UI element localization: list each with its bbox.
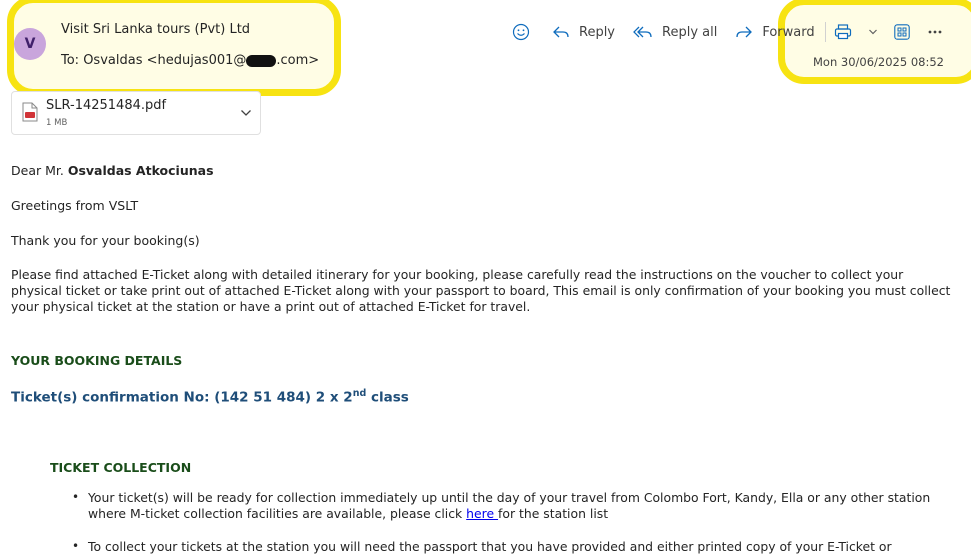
apps-grid-icon [893, 24, 910, 40]
attachment-size: 1 MB [46, 118, 68, 128]
avatar: V [14, 28, 46, 60]
redaction-mark [246, 54, 277, 67]
greetings-line: Greetings from VSLT [11, 198, 139, 213]
thanks-line: Thank you for your booking(s) [11, 233, 200, 248]
message-toolbar: Reply Reply all Forward [512, 22, 942, 42]
station-list-link[interactable]: here [466, 506, 498, 521]
booking-details-heading: YOUR BOOKING DETAILS [11, 353, 183, 368]
more-options-button[interactable] [928, 30, 942, 34]
highlight-sender [7, 0, 341, 96]
bullet-marker: • [72, 490, 80, 504]
forward-button[interactable]: Forward [735, 24, 815, 40]
bullet-marker: • [72, 539, 80, 553]
salutation: Dear Mr. Osvaldas Atkociunas [11, 163, 214, 178]
ellipsis-icon [928, 30, 942, 34]
confirmation-superscript: nd [352, 388, 367, 399]
pdf-file-icon [22, 102, 38, 126]
emoji-reaction-button[interactable] [512, 23, 530, 41]
reply-all-label: Reply all [662, 24, 718, 40]
attachment-card[interactable]: SLR-14251484.pdf 1 MB [11, 91, 261, 135]
sender-name[interactable]: Visit Sri Lanka tours (Pvt) Ltd [61, 22, 250, 37]
apps-button[interactable] [893, 24, 910, 40]
toolbar-divider [824, 22, 826, 42]
recipient-suffix: .com> [276, 53, 320, 68]
reply-all-button[interactable]: Reply all [633, 25, 717, 40]
salutation-prefix: Dear Mr. [11, 163, 68, 178]
customer-name: Osvaldas Atkociunas [67, 163, 214, 178]
bullet-1-tail: for the station list [498, 506, 609, 521]
reply-all-icon [633, 26, 652, 38]
highlight-actions [778, 0, 971, 84]
instructions-paragraph: Please find attached E-Ticket along with… [11, 267, 951, 314]
recipient-line: To: Osvaldas <hedujas001@ .com> [61, 53, 319, 68]
reply-button[interactable]: Reply [552, 25, 615, 40]
confirmation-text: Ticket(s) confirmation No: (142 51 484) … [11, 389, 353, 406]
chevron-down-icon [868, 29, 877, 35]
confirmation-class: class [366, 389, 409, 406]
ticket-collection-heading: TICKET COLLECTION [50, 460, 192, 475]
more-actions-dropdown[interactable] [868, 28, 878, 36]
recipient-prefix: To: Osvaldas <hedujas001@ [61, 53, 247, 68]
forward-icon [736, 26, 753, 38]
printer-icon [834, 24, 851, 40]
reply-icon [553, 26, 569, 38]
reply-label: Reply [579, 24, 616, 40]
smiley-icon [512, 23, 530, 41]
attachment-name: SLR-14251484.pdf [46, 98, 167, 113]
collection-bullet-1: Your ticket(s) will be ready for collect… [88, 490, 948, 522]
received-date: Mon 30/06/2025 08:52 [813, 55, 944, 69]
forward-label: Forward [762, 24, 815, 40]
print-button[interactable] [834, 24, 852, 40]
attachment-menu-chevron-icon[interactable] [240, 106, 252, 121]
confirmation-line: Ticket(s) confirmation No: (142 51 484) … [11, 388, 409, 406]
